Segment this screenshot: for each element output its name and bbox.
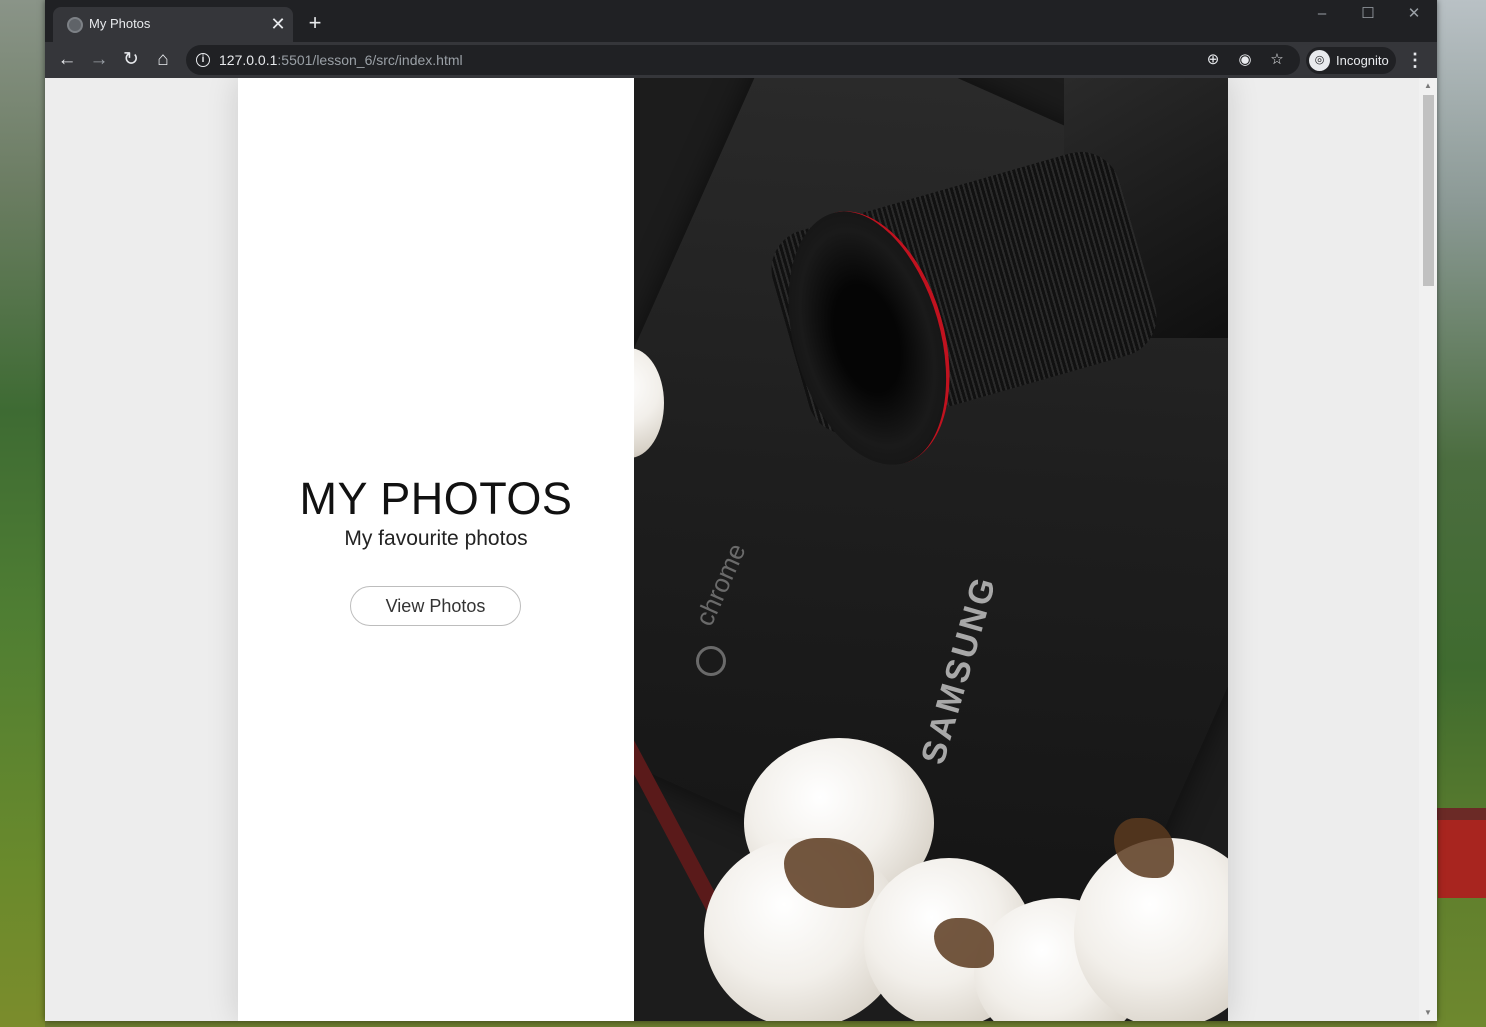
address-bar[interactable]: i 127.0.0.1:5501/lesson_6/src/index.html… [186, 45, 1300, 75]
hero-photo-camera-laptop-cotton: chrome SAMSUNG [634, 78, 1228, 1021]
url-text[interactable]: 127.0.0.1:5501/lesson_6/src/index.html [219, 52, 463, 68]
scroll-down-arrow-icon[interactable]: ▼ [1419, 1005, 1437, 1021]
incognito-icon: ◎ [1309, 50, 1330, 71]
browser-window: My Photos ✕ + – ☐ ✕ ← → ↻ ⌂ i 127.0.0.1:… [45, 0, 1437, 1021]
maximize-icon[interactable]: ☐ [1345, 2, 1391, 26]
scroll-up-arrow-icon[interactable]: ▲ [1419, 78, 1437, 94]
chrome-logo-icon [696, 646, 726, 676]
vertical-scrollbar[interactable]: ▲ ▼ [1419, 78, 1437, 1021]
url-path: :5501/lesson_6/src/index.html [277, 52, 463, 68]
desktop-wallpaper-left [0, 0, 45, 1027]
page-title: MY PHOTOS [299, 473, 573, 524]
tab-my-photos[interactable]: My Photos ✕ [53, 7, 293, 42]
info-icon[interactable]: i [196, 53, 210, 67]
back-arrow-icon[interactable]: ← [54, 47, 80, 73]
hero-section: MY PHOTOS My favourite photos View Photo… [238, 78, 1228, 1021]
tab-title: My Photos [89, 16, 151, 31]
star-icon[interactable]: ☆ [1266, 49, 1288, 71]
zoom-icon[interactable]: ⊕ [1202, 49, 1224, 71]
eye-slash-icon[interactable]: ◉ [1234, 49, 1256, 71]
browser-toolbar: ← → ↻ ⌂ i 127.0.0.1:5501/lesson_6/src/in… [45, 42, 1437, 78]
view-photos-button[interactable]: View Photos [350, 586, 521, 626]
home-icon[interactable]: ⌂ [150, 47, 176, 73]
page-subtitle: My favourite photos [344, 527, 528, 550]
hero-text-panel: MY PHOTOS My favourite photos View Photo… [238, 78, 634, 1021]
url-host: 127.0.0.1 [219, 52, 278, 68]
page-viewport: MY PHOTOS My favourite photos View Photo… [45, 78, 1437, 1021]
reload-icon[interactable]: ↻ [118, 47, 144, 73]
kebab-menu-icon[interactable]: ⋮ [1403, 47, 1427, 73]
new-tab-plus-icon[interactable]: + [303, 11, 327, 35]
forward-arrow-icon[interactable]: → [86, 47, 112, 73]
tab-strip: My Photos ✕ + – ☐ ✕ [45, 0, 1437, 42]
minimize-icon[interactable]: – [1299, 2, 1345, 26]
window-close-icon[interactable]: ✕ [1391, 2, 1437, 26]
incognito-profile-button[interactable]: ◎ Incognito [1306, 47, 1396, 74]
globe-icon [67, 17, 83, 33]
scrollbar-thumb[interactable] [1423, 95, 1434, 286]
incognito-label: Incognito [1336, 53, 1389, 68]
wallpaper-house [1436, 808, 1486, 898]
tab-close-icon[interactable]: ✕ [267, 13, 289, 35]
